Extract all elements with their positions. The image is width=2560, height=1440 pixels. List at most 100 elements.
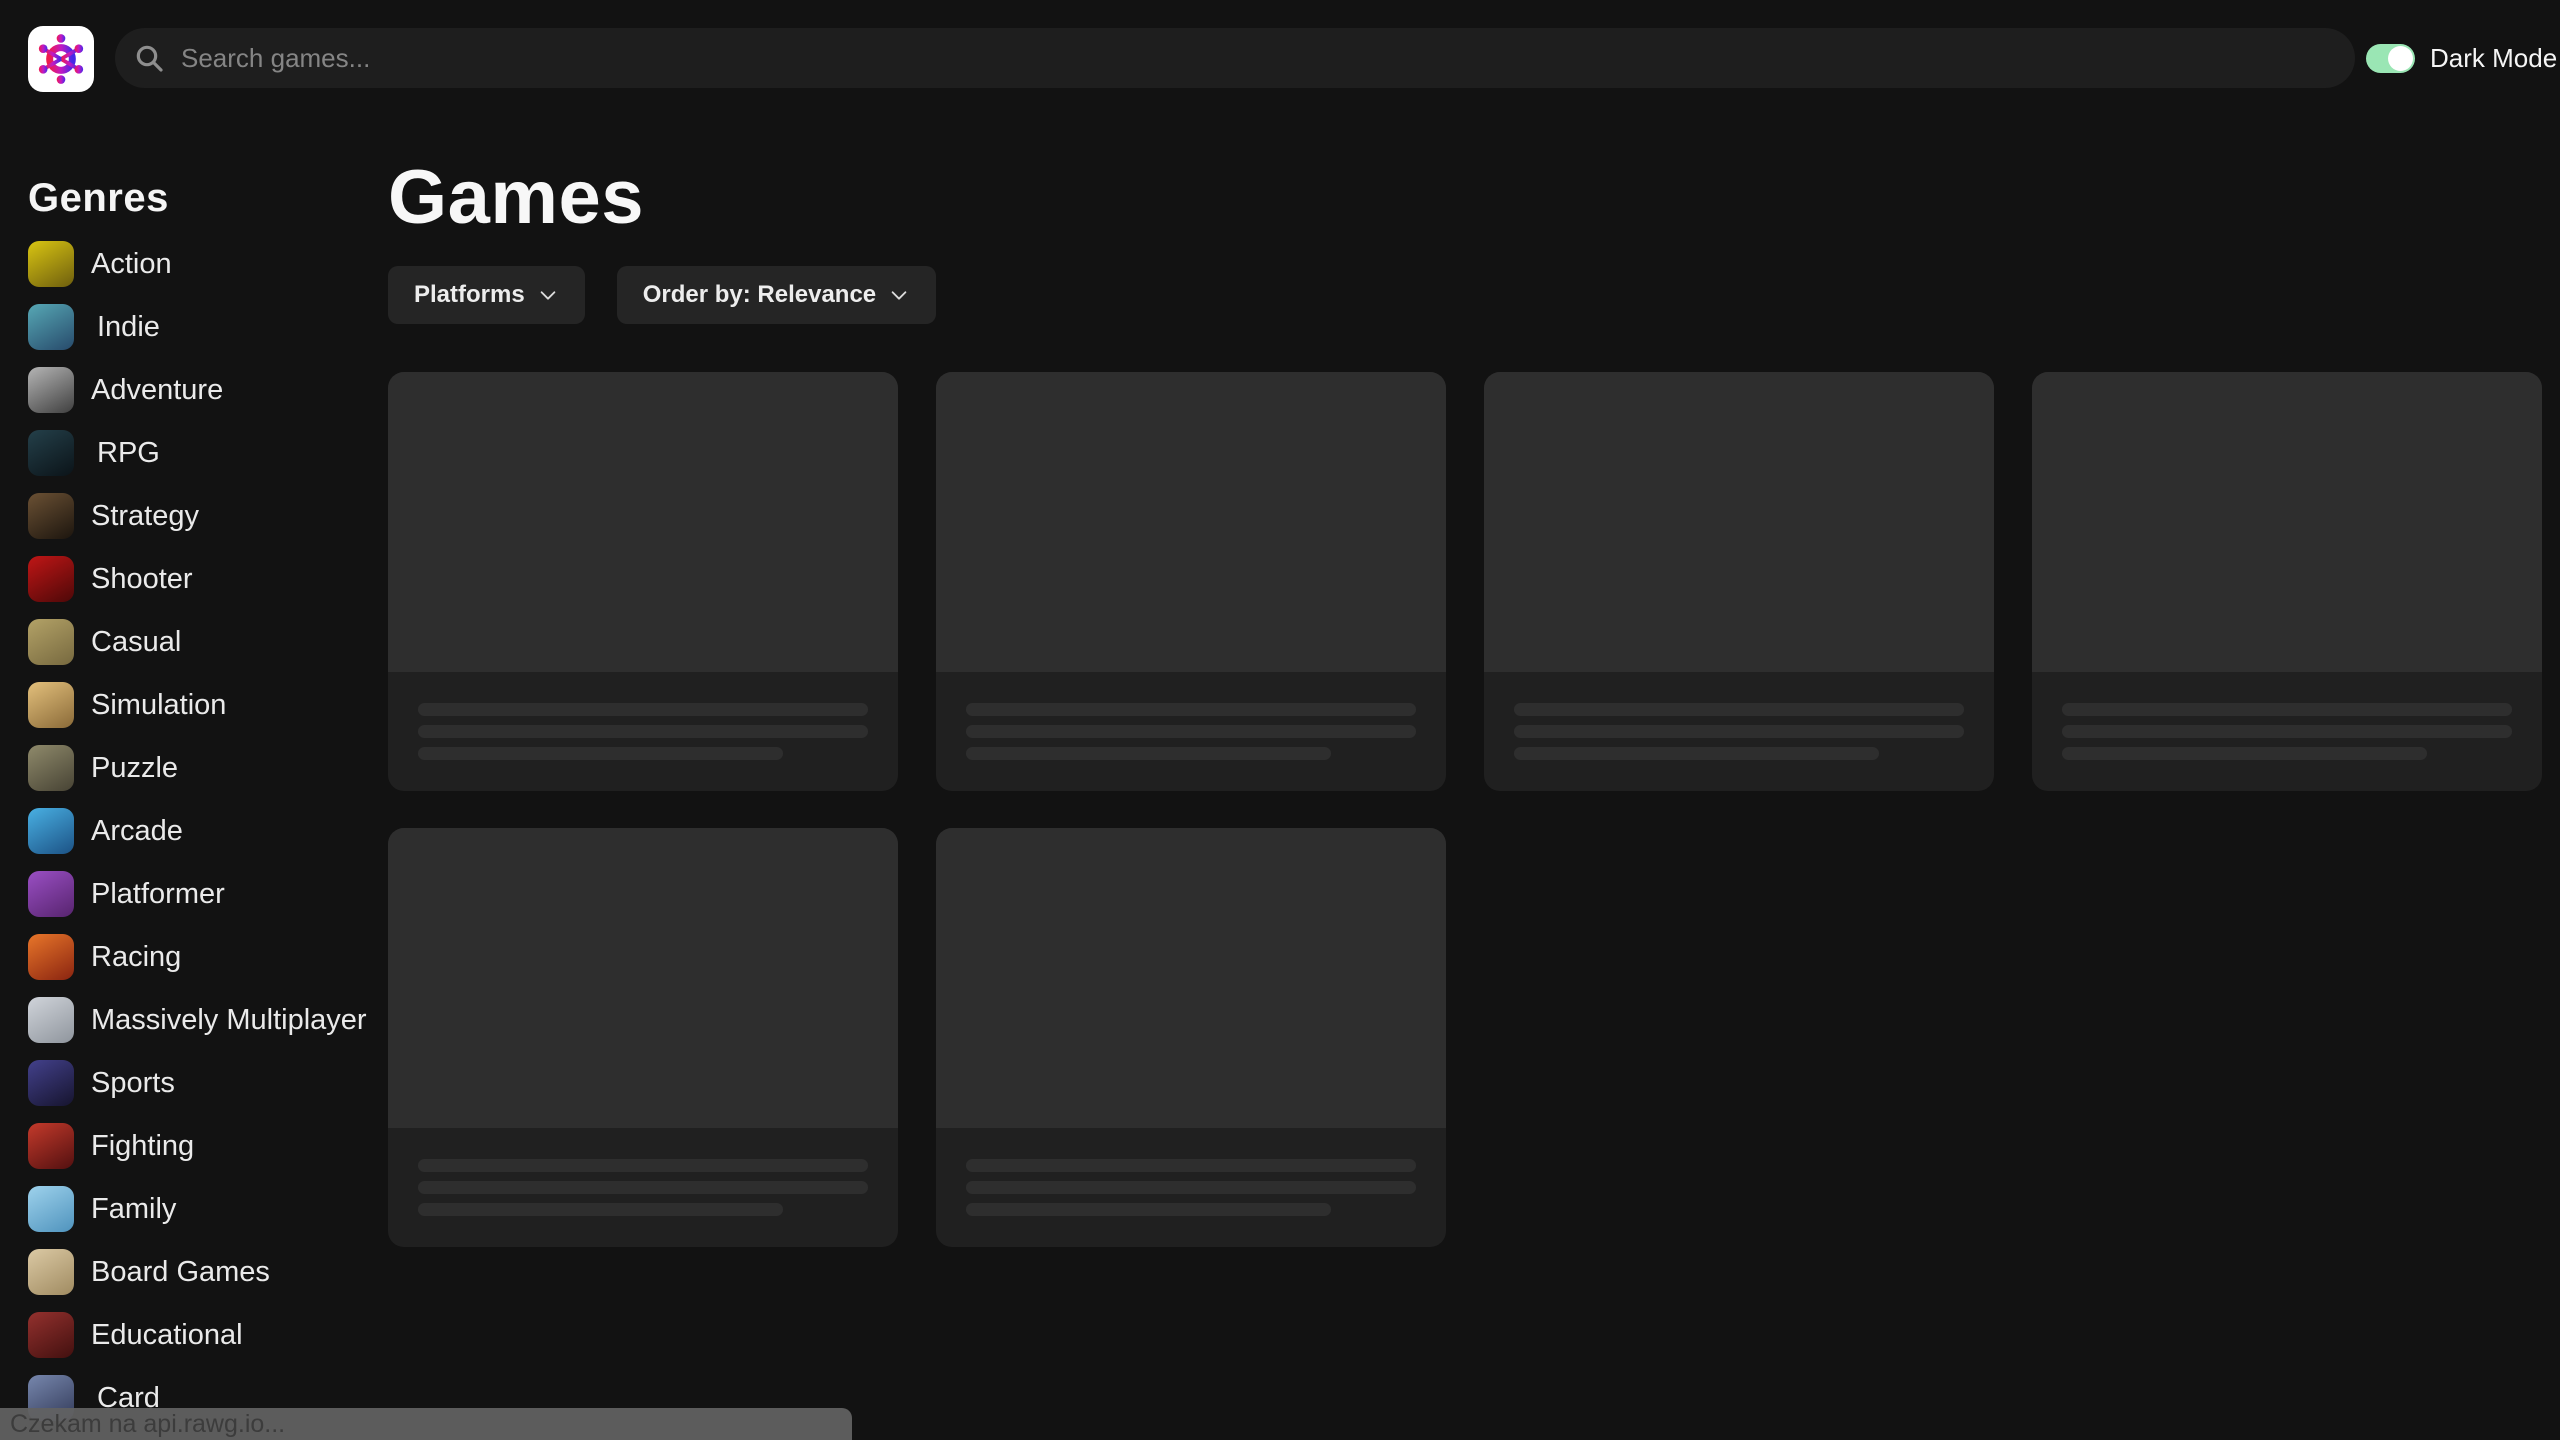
genre-label: Simulation (91, 689, 226, 722)
genre-label: Strategy (91, 500, 199, 533)
genre-label: Casual (91, 626, 181, 659)
game-image-skeleton (936, 372, 1446, 672)
sidebar-item-sports[interactable]: Sports (28, 1060, 378, 1106)
game-card-skeleton (388, 372, 898, 791)
genre-label: Massively Multiplayer (91, 1004, 367, 1037)
genre-label: Racing (91, 941, 181, 974)
main-content: Games Platforms Order by: Relevance (388, 160, 2548, 1247)
genre-label: Educational (91, 1319, 243, 1352)
game-card-body (2032, 672, 2542, 760)
sidebar-item-shooter[interactable]: Shooter (28, 556, 378, 602)
platforms-filter-label: Platforms (414, 281, 525, 309)
sidebar-item-puzzle[interactable]: Puzzle (28, 745, 378, 791)
genre-label: Arcade (91, 815, 183, 848)
sidebar-item-board-games[interactable]: Board Games (28, 1249, 378, 1295)
sidebar-item-adventure[interactable]: Adventure (28, 367, 378, 413)
skeleton-text-line (966, 747, 1331, 760)
sidebar-item-strategy[interactable]: Strategy (28, 493, 378, 539)
skeleton-text-line (966, 1203, 1331, 1216)
search-input[interactable] (115, 28, 2355, 88)
genre-label: Indie (91, 311, 160, 344)
skeleton-text-line (418, 725, 868, 738)
genre-label: Fighting (91, 1130, 194, 1163)
chevron-down-icon (888, 284, 910, 306)
platforms-filter-button[interactable]: Platforms (388, 266, 585, 324)
sidebar-item-simulation[interactable]: Simulation (28, 682, 378, 728)
game-image-skeleton (2032, 372, 2542, 672)
skeleton-text-line (418, 1159, 868, 1172)
game-card-skeleton (936, 372, 1446, 791)
casual-genre-thumbnail (28, 619, 74, 665)
game-card-skeleton (936, 828, 1446, 1247)
massively-multiplayer-genre-thumbnail (28, 997, 74, 1043)
search-bar (115, 28, 2355, 88)
chevron-down-icon (537, 284, 559, 306)
action-genre-thumbnail (28, 241, 74, 287)
skeleton-text-line (418, 703, 868, 716)
strategy-genre-thumbnail (28, 493, 74, 539)
skeleton-text-line (418, 1203, 783, 1216)
game-card-body (1484, 672, 1994, 760)
rpg-genre-thumbnail (28, 430, 74, 476)
skeleton-text-line (966, 703, 1416, 716)
skeleton-text-line (966, 725, 1416, 738)
sports-genre-thumbnail (28, 1060, 74, 1106)
status-text: Czekam na api.rawg.io... (10, 1410, 285, 1439)
genre-label: Platformer (91, 878, 225, 911)
dark-mode-control: Dark Mode (2366, 30, 2557, 86)
sidebar-item-family[interactable]: Family (28, 1186, 378, 1232)
genre-list: Action Indie Adventure RPG Strategy Shoo… (28, 241, 378, 1421)
game-card-skeleton (1484, 372, 1994, 791)
game-grid (388, 372, 2542, 1247)
dark-mode-toggle[interactable] (2366, 44, 2415, 73)
toggle-knob (2388, 46, 2413, 71)
genre-label: Family (91, 1193, 176, 1226)
adventure-genre-thumbnail (28, 367, 74, 413)
simulation-genre-thumbnail (28, 682, 74, 728)
genre-label: RPG (91, 437, 160, 470)
skeleton-text-line (2062, 747, 2427, 760)
game-card-body (388, 672, 898, 760)
genre-label: Puzzle (91, 752, 178, 785)
game-card-skeleton (2032, 372, 2542, 791)
sidebar-item-rpg[interactable]: RPG (28, 430, 378, 476)
sidebar-item-casual[interactable]: Casual (28, 619, 378, 665)
skeleton-text-line (1514, 703, 1964, 716)
genre-label: Board Games (91, 1256, 270, 1289)
skeleton-text-line (2062, 725, 2512, 738)
sidebar-item-arcade[interactable]: Arcade (28, 808, 378, 854)
game-image-skeleton (388, 828, 898, 1128)
filter-bar: Platforms Order by: Relevance (388, 266, 2548, 324)
board-games-genre-thumbnail (28, 1249, 74, 1295)
game-card-skeleton (388, 828, 898, 1247)
skeleton-text-line (1514, 725, 1964, 738)
sidebar-item-educational[interactable]: Educational (28, 1312, 378, 1358)
game-card-body (936, 672, 1446, 760)
racing-genre-thumbnail (28, 934, 74, 980)
platformer-genre-thumbnail (28, 871, 74, 917)
app-logo (28, 26, 94, 92)
game-image-skeleton (936, 828, 1446, 1128)
sidebar-item-fighting[interactable]: Fighting (28, 1123, 378, 1169)
sidebar-item-racing[interactable]: Racing (28, 934, 378, 980)
family-genre-thumbnail (28, 1186, 74, 1232)
arcade-genre-thumbnail (28, 808, 74, 854)
skeleton-text-line (2062, 703, 2512, 716)
page-title: Games (388, 160, 2548, 236)
sidebar-item-indie[interactable]: Indie (28, 304, 378, 350)
order-by-button[interactable]: Order by: Relevance (617, 266, 936, 324)
sidebar-item-platformer[interactable]: Platformer (28, 871, 378, 917)
shooter-genre-thumbnail (28, 556, 74, 602)
genre-label: Adventure (91, 374, 223, 407)
puzzle-genre-thumbnail (28, 745, 74, 791)
skeleton-text-line (418, 1181, 868, 1194)
skeleton-text-line (966, 1159, 1416, 1172)
browser-status-bubble: Czekam na api.rawg.io... (0, 1408, 852, 1440)
fighting-genre-thumbnail (28, 1123, 74, 1169)
skeleton-text-line (418, 747, 783, 760)
genre-label: Action (91, 248, 172, 281)
sidebar-item-massively-multiplayer[interactable]: Massively Multiplayer (28, 997, 378, 1043)
genre-label: Sports (91, 1067, 175, 1100)
game-card-body (936, 1128, 1446, 1216)
sidebar-item-action[interactable]: Action (28, 241, 378, 287)
